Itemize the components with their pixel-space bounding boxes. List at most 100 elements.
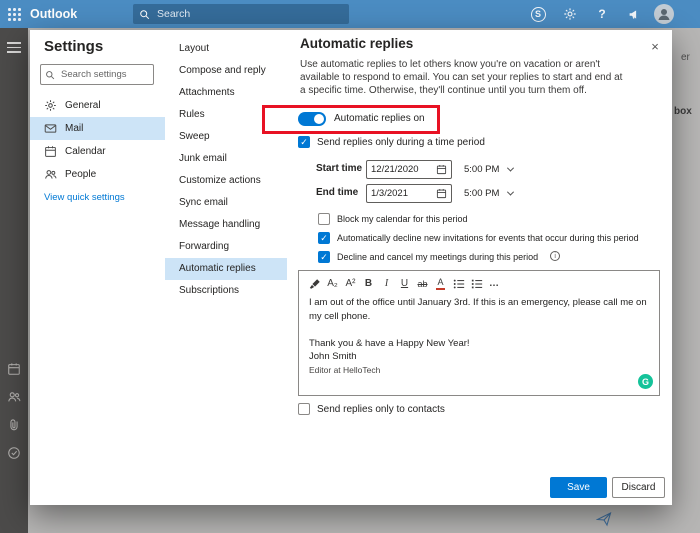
- message-line-signature: Editor at HelloTech: [309, 364, 381, 375]
- format-painter-icon[interactable]: [307, 276, 322, 291]
- editor-toolbar: A₂ A² B I U ab A …: [299, 271, 659, 293]
- calendar-icon: [44, 145, 57, 158]
- contacts-only-checkbox-row[interactable]: Send replies only to contacts: [298, 403, 445, 416]
- font-color-icon[interactable]: A: [433, 276, 448, 291]
- settings-search[interactable]: [40, 64, 154, 85]
- view-quick-settings-link[interactable]: View quick settings: [44, 192, 125, 203]
- todo-icon[interactable]: [7, 446, 21, 460]
- checkmark-icon: ✓: [320, 232, 328, 243]
- app-name: Outlook: [30, 7, 78, 21]
- decline-cancel-meetings-checkbox-row[interactable]: ✓ Decline and cancel my meetings during …: [318, 251, 561, 264]
- outlook-window: Outlook S ? er box: [0, 0, 700, 533]
- gear-icon: [44, 99, 57, 112]
- reply-message-editor[interactable]: A₂ A² B I U ab A … I am out of the offic…: [298, 270, 660, 396]
- block-calendar-checkbox-row[interactable]: Block my calendar for this period: [318, 213, 468, 226]
- automatic-replies-toggle[interactable]: [298, 112, 326, 126]
- chevron-down-icon: [507, 188, 515, 196]
- mail-nav-item-layout[interactable]: Layout: [165, 38, 287, 60]
- mail-nav-item-customize-actions[interactable]: Customize actions: [165, 170, 287, 192]
- end-time-label: End time: [316, 187, 359, 198]
- mail-nav-item-automatic-replies[interactable]: Automatic replies: [165, 258, 287, 280]
- settings-gear-icon[interactable]: [556, 0, 584, 28]
- background-text-fragment: er: [681, 52, 690, 63]
- avatar[interactable]: [654, 4, 674, 24]
- gear-icon: [564, 8, 576, 20]
- nav-label: People: [65, 169, 97, 180]
- message-line: John Smith: [309, 351, 357, 362]
- reply-message-body[interactable]: I am out of the office until January 3rd…: [299, 293, 659, 377]
- start-time-dropdown[interactable]: 5:00 PM: [464, 160, 515, 179]
- underline-icon[interactable]: U: [397, 276, 412, 291]
- checkmark-icon: ✓: [300, 136, 308, 147]
- mail-nav-item-attachments[interactable]: Attachments: [165, 82, 287, 104]
- chevron-down-icon: [507, 164, 515, 172]
- toggle-label: Automatic replies on: [334, 113, 425, 124]
- people-icon[interactable]: [7, 390, 21, 404]
- superscript-icon[interactable]: A²: [343, 276, 358, 291]
- subscript-icon[interactable]: A₂: [325, 276, 340, 291]
- person-icon: [658, 9, 670, 20]
- settings-nav-general[interactable]: General: [30, 94, 165, 117]
- message-line: Thank you & have a Happy New Year!: [309, 337, 470, 349]
- bold-icon[interactable]: B: [361, 276, 376, 291]
- search-icon: [140, 9, 150, 19]
- nav-label: General: [65, 100, 101, 111]
- mail-nav-item-sync-email[interactable]: Sync email: [165, 192, 287, 214]
- mail-nav-item-compose-and-reply[interactable]: Compose and reply: [165, 60, 287, 82]
- settings-dialog: Settings General Mail Calendar People: [30, 30, 672, 505]
- start-time-label: Start time: [316, 163, 363, 174]
- mail-settings-nav: Layout Compose and reply Attachments Rul…: [165, 30, 287, 505]
- checkbox-checked[interactable]: ✓: [318, 232, 330, 244]
- background-text-fragment: box: [674, 106, 692, 117]
- send-icon: [595, 511, 612, 527]
- nav-label: Mail: [65, 123, 84, 134]
- megaphone-icon[interactable]: [620, 0, 648, 28]
- decline-invitations-checkbox-row[interactable]: ✓ Automatically decline new invitations …: [318, 232, 639, 245]
- settings-title: Settings: [44, 38, 104, 55]
- skype-icon[interactable]: S: [524, 0, 552, 28]
- checkmark-icon: ✓: [320, 251, 328, 262]
- checkbox-checked[interactable]: ✓: [318, 251, 330, 263]
- mail-nav-item-forwarding[interactable]: Forwarding: [165, 236, 287, 258]
- close-icon[interactable]: ×: [645, 36, 665, 56]
- settings-nav-mail[interactable]: Mail: [30, 117, 165, 140]
- topbar-search-input[interactable]: [155, 7, 343, 21]
- bullet-list-icon[interactable]: [451, 276, 466, 291]
- settings-search-input[interactable]: [59, 68, 149, 81]
- topbar-search[interactable]: [133, 4, 349, 24]
- mail-nav-item-junk-email[interactable]: Junk email: [165, 148, 287, 170]
- checkbox-label: Send replies only during a time period: [317, 137, 485, 148]
- attachment-icon[interactable]: [7, 418, 21, 432]
- grammarly-icon[interactable]: G: [638, 374, 653, 389]
- people-icon: [44, 168, 57, 181]
- settings-nav-calendar[interactable]: Calendar: [30, 140, 165, 163]
- settings-sidebar: Settings General Mail Calendar People: [30, 30, 165, 505]
- strikethrough-icon[interactable]: ab: [415, 276, 430, 291]
- start-time-value: 5:00 PM: [464, 164, 500, 175]
- calendar-icon: [436, 188, 447, 199]
- save-button[interactable]: Save: [550, 477, 607, 498]
- end-time-value: 5:00 PM: [464, 188, 500, 199]
- hamburger-icon[interactable]: [7, 39, 21, 56]
- checkbox-checked[interactable]: ✓: [298, 136, 310, 148]
- info-icon[interactable]: i: [550, 251, 561, 261]
- start-date-field[interactable]: 12/21/2020: [366, 160, 452, 179]
- help-icon[interactable]: ?: [588, 0, 616, 28]
- italic-icon[interactable]: I: [379, 276, 394, 291]
- discard-button[interactable]: Discard: [612, 477, 665, 498]
- time-period-checkbox-row[interactable]: ✓ Send replies only during a time period: [298, 136, 485, 149]
- checkbox-unchecked[interactable]: [298, 403, 310, 415]
- end-time-dropdown[interactable]: 5:00 PM: [464, 184, 515, 203]
- mail-nav-item-sweep[interactable]: Sweep: [165, 126, 287, 148]
- settings-nav-people[interactable]: People: [30, 163, 165, 186]
- checkbox-unchecked[interactable]: [318, 213, 330, 225]
- mail-nav-item-rules[interactable]: Rules: [165, 104, 287, 126]
- mail-nav-item-message-handling[interactable]: Message handling: [165, 214, 287, 236]
- calendar-icon[interactable]: [7, 362, 21, 376]
- numbered-list-icon[interactable]: [469, 276, 484, 291]
- mail-nav-item-subscriptions[interactable]: Subscriptions: [165, 280, 287, 302]
- more-options-icon[interactable]: …: [487, 276, 502, 291]
- left-rail: [0, 28, 28, 533]
- end-date-field[interactable]: 1/3/2021: [366, 184, 452, 203]
- app-launcher-icon[interactable]: [6, 6, 22, 22]
